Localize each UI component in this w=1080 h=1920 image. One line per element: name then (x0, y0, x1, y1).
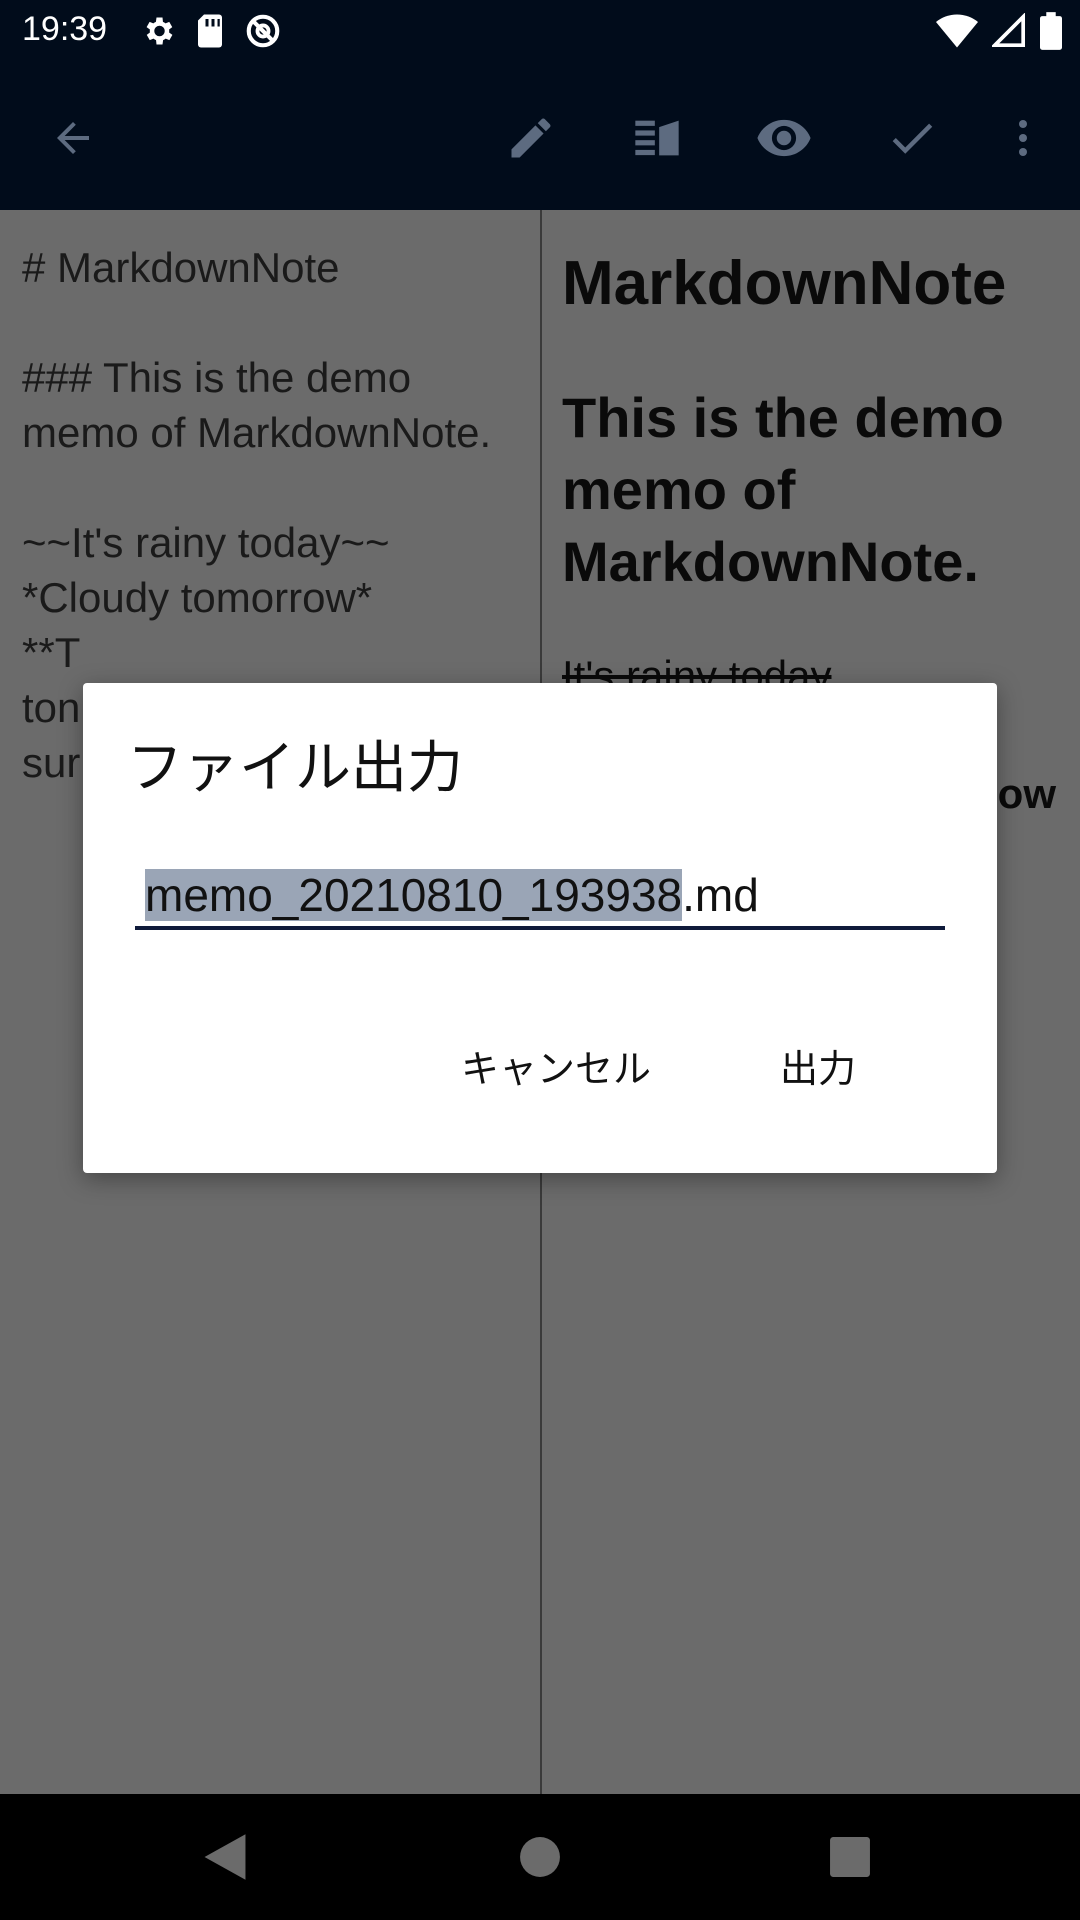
nav-back-icon[interactable] (190, 1822, 260, 1892)
more-vert-icon[interactable] (988, 103, 1058, 173)
filename-value: memo_20210810_193938.md (145, 868, 759, 922)
nav-recents-icon[interactable] (815, 1822, 885, 1892)
export-file-dialog: ファイル出力 memo_20210810_193938.md キャンセル 出力 (83, 683, 997, 1173)
preview-eye-icon[interactable] (749, 103, 819, 173)
check-icon[interactable] (877, 103, 947, 173)
sd-card-icon (194, 13, 226, 53)
edit-pencil-icon[interactable] (496, 103, 566, 173)
app-bar (0, 63, 1080, 210)
preview-bold-text: ow (997, 770, 1056, 817)
dialog-title: ファイル出力 (127, 736, 463, 801)
back-arrow-icon[interactable] (38, 103, 108, 173)
filename-selection: memo_20210810_193938 (145, 869, 683, 921)
filename-extension: .md (682, 869, 759, 921)
split-view-icon[interactable] (622, 103, 692, 173)
settings-icon (140, 13, 176, 53)
status-bar: 19:39 (0, 0, 1080, 63)
sync-off-icon (244, 12, 282, 54)
filename-input[interactable]: memo_20210810_193938.md (135, 866, 945, 930)
cell-signal-icon (990, 12, 1026, 53)
wifi-icon (936, 13, 978, 53)
cancel-button[interactable]: キャンセル (461, 1038, 651, 1093)
navigation-bar (0, 1794, 1080, 1920)
export-button[interactable]: 出力 (780, 1038, 856, 1093)
preview-heading-3: This is the demo memo of MarkdownNote. (562, 386, 1004, 593)
preview-heading-1: MarkdownNote (562, 249, 1007, 318)
status-icons-right (936, 12, 1062, 54)
nav-home-icon[interactable] (505, 1822, 575, 1892)
status-icons-left (140, 12, 282, 54)
battery-icon (1040, 12, 1062, 54)
status-time: 19:39 (22, 10, 108, 48)
